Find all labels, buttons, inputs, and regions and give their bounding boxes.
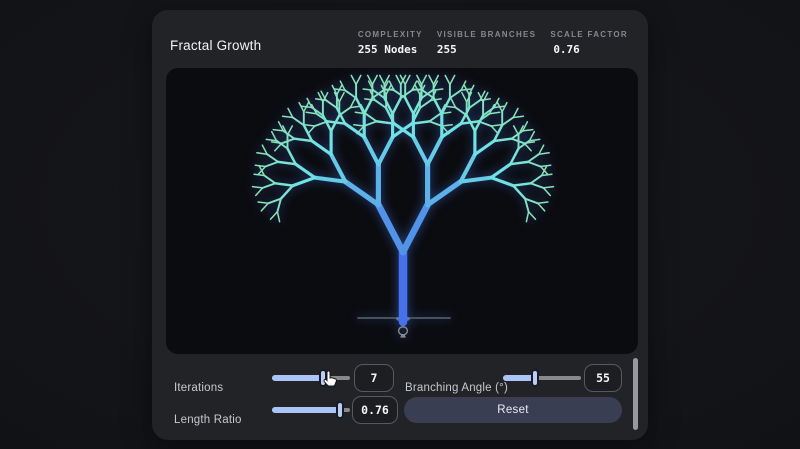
slider-fill xyxy=(272,375,323,381)
branching-angle-value-box[interactable]: 55 xyxy=(584,364,622,392)
header-stats: Complexity 255 Nodes Visible Branches 25… xyxy=(358,30,628,56)
branching-angle-label: Branching Angle (°) xyxy=(405,382,509,394)
reset-button[interactable]: Reset xyxy=(404,397,622,423)
stat-value: 0.76 xyxy=(553,43,580,56)
scrollbar-thumb[interactable] xyxy=(633,358,638,430)
stat-visible-branches: Visible Branches 255 xyxy=(437,30,536,56)
fractal-tree xyxy=(251,74,555,327)
iterations-value-box[interactable]: 7 xyxy=(354,364,394,392)
stat-scale-factor: Scale Factor 0.76 xyxy=(550,30,628,56)
branching-angle-slider-thumb[interactable] xyxy=(530,369,539,387)
iterations-slider-thumb[interactable] xyxy=(318,369,327,387)
stat-label: Complexity xyxy=(357,30,423,39)
fractal-growth-window: Fractal Growth Complexity 255 Nodes Visi… xyxy=(152,10,648,440)
stat-label: Scale Factor xyxy=(550,30,628,39)
iterations-slider[interactable] xyxy=(272,368,350,388)
stat-value: 255 xyxy=(436,43,457,56)
iterations-label: Iterations xyxy=(174,382,224,394)
stat-label: Visible Branches xyxy=(436,30,537,39)
stat-complexity: Complexity 255 Nodes xyxy=(358,30,423,56)
branching-angle-slider[interactable] xyxy=(503,368,581,388)
length-ratio-value-box[interactable]: 0.76 xyxy=(352,396,398,424)
page-title: Fractal Growth xyxy=(170,38,262,53)
fractal-canvas[interactable] xyxy=(166,68,638,354)
tree-base-icon xyxy=(397,326,409,338)
length-ratio-label: Length Ratio xyxy=(174,414,242,426)
stat-value: 255 Nodes xyxy=(357,43,418,56)
length-ratio-slider[interactable] xyxy=(272,400,350,420)
length-ratio-slider-thumb[interactable] xyxy=(335,401,344,419)
slider-fill xyxy=(272,407,340,413)
